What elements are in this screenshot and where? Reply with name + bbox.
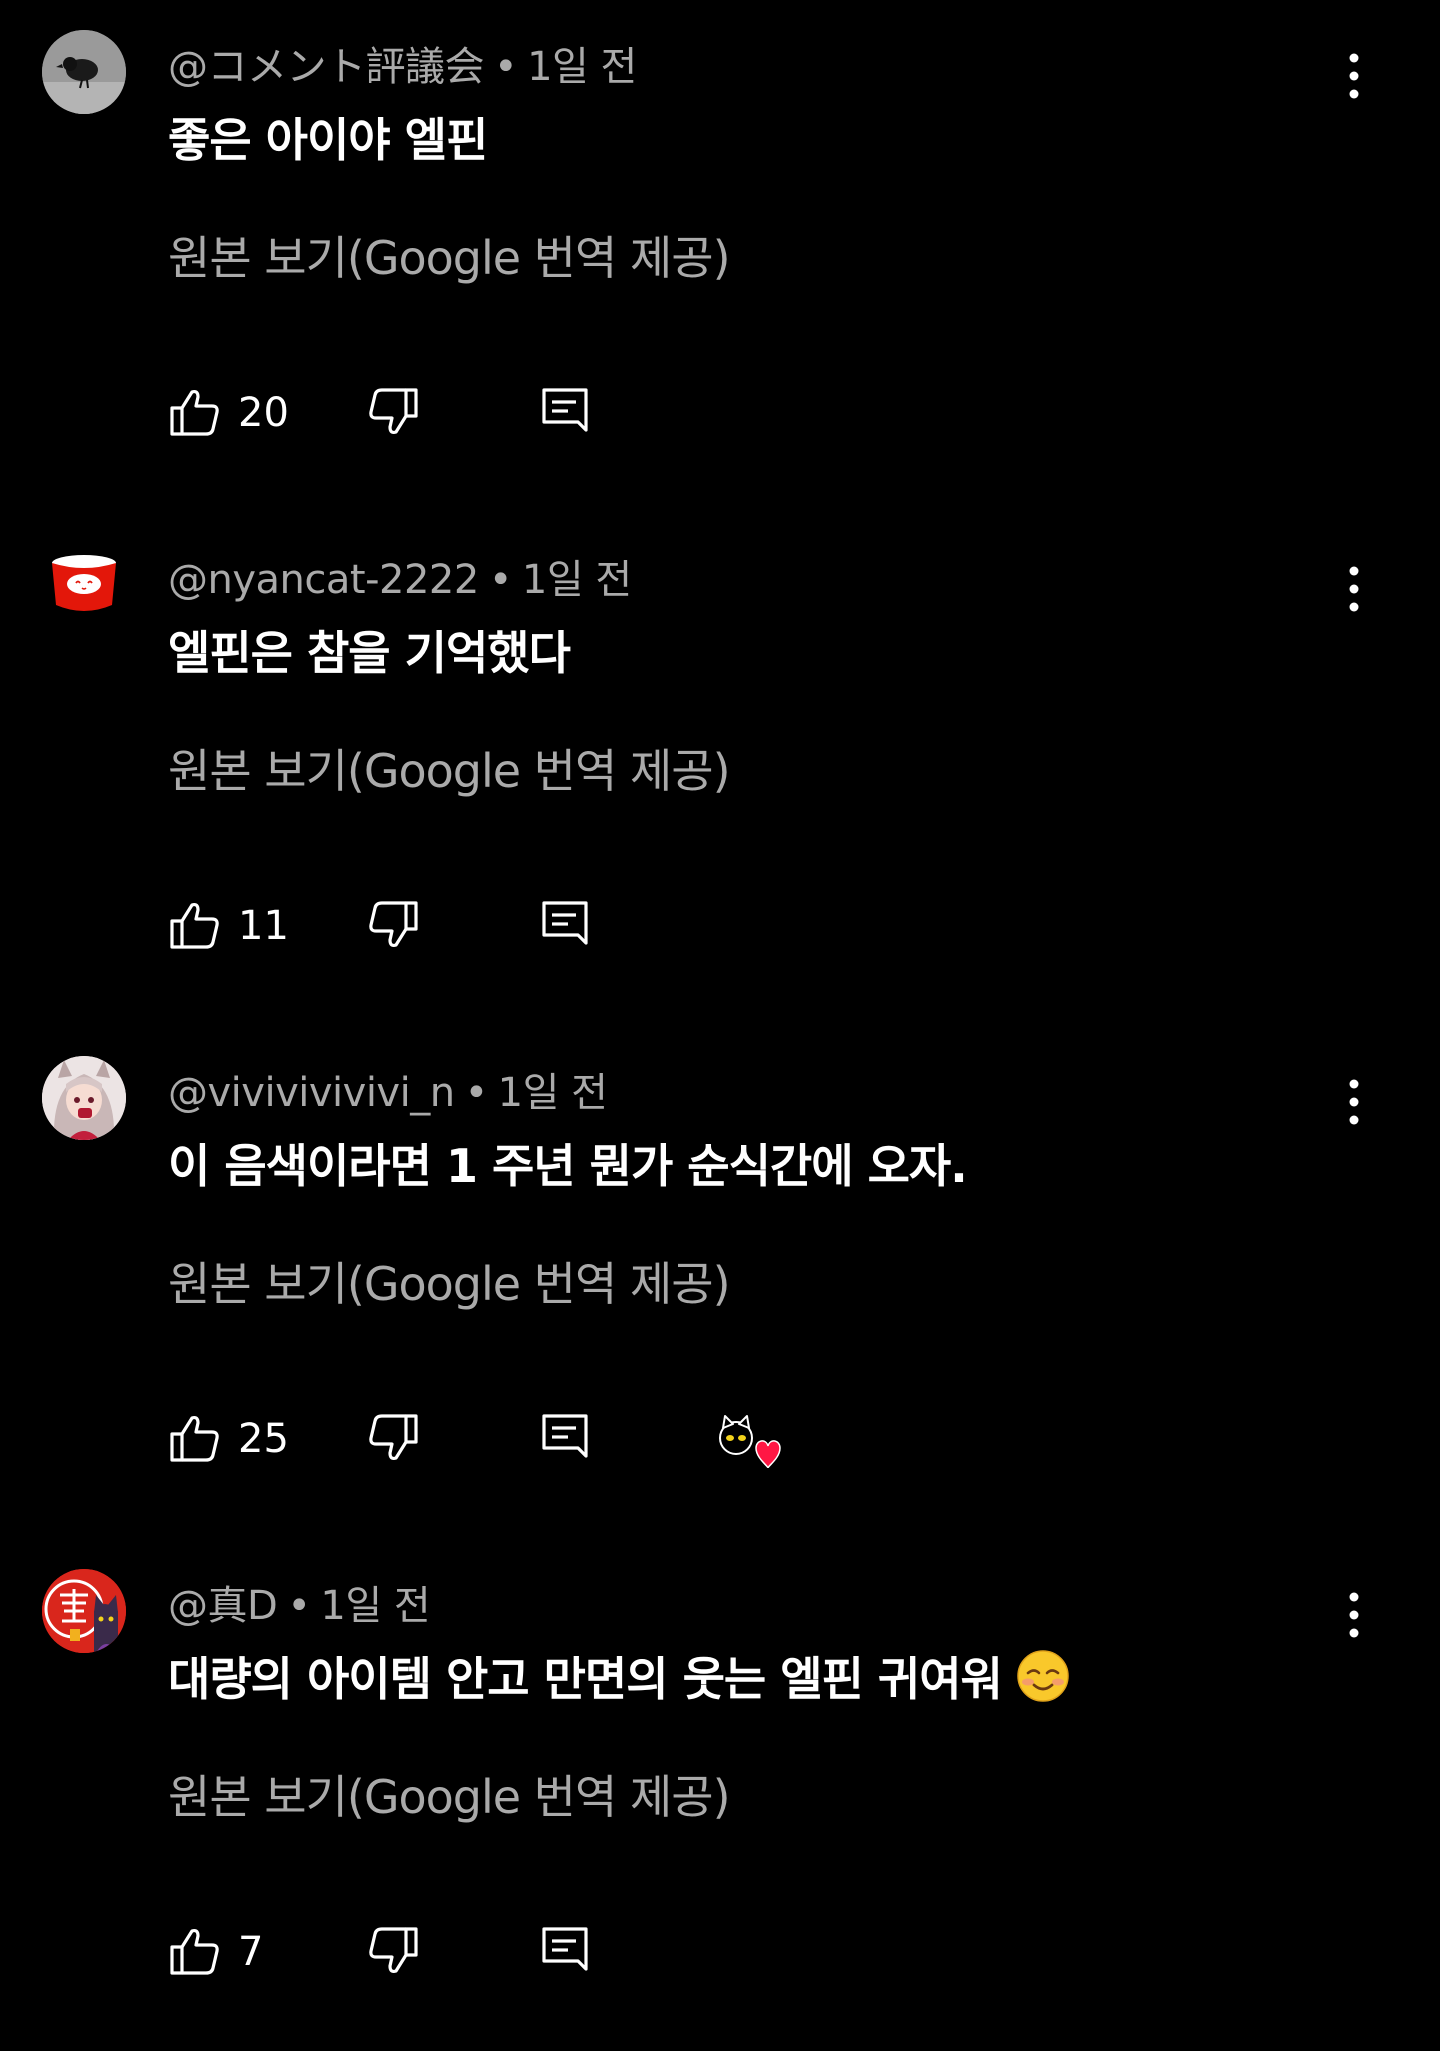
comment-text: 대량의 아이템 안고 만면의 웃는 엘핀 귀여워 [168,1643,1070,1709]
comment-item: @vivivivivivi_n • 1일 전 이 음색이라면 1 주년 뭔가 순식간… [0,1026,1440,1538]
author-name[interactable]: @vivivivivivi_n [168,1070,455,1116]
like-count: 20 [238,390,289,436]
creator-heart-badge [714,1414,790,1478]
reply-button[interactable] [538,1410,594,1466]
comment-time: 1일 전 [497,1070,608,1116]
comment-meta: @vivivivivivi_n • 1일 전 [168,1060,608,1118]
avatar[interactable] [42,1569,126,1653]
comment-time: 1일 전 [527,44,637,90]
like-button[interactable] [168,1410,224,1466]
avatar[interactable] [42,30,126,114]
dislike-button[interactable] [364,1923,420,1979]
smiling-face-emoji-icon [1016,1649,1070,1703]
reply-comment-icon [542,1927,588,1971]
dislike-button[interactable] [364,1410,420,1466]
like-count: 11 [238,903,289,949]
separator-dot: • [494,44,518,90]
thumbs-down-icon [369,388,418,435]
more-options-button[interactable] [1326,1587,1382,1643]
separator-dot: • [488,557,513,603]
comment-text: 좋은 아이야 엘핀 [168,113,488,167]
comment-actions: 25 [168,1410,1168,1470]
reply-comment-icon [542,388,588,432]
avatar[interactable] [42,543,126,627]
vertical-dots-icon [1349,53,1359,99]
see-original-link[interactable]: 원본 보기(Google 번역 제공) [168,735,731,801]
comment-time: 1일 전 [521,557,632,603]
author-name[interactable]: @真D [168,1583,278,1629]
creator-heart-icon [719,1415,781,1469]
reply-comment-icon [542,1414,588,1458]
thumbs-up-icon [170,1928,219,1975]
reply-button[interactable] [538,897,594,953]
comment-meta: @コメント評議会 • 1일 전 [168,34,637,92]
comment-actions: 11 [168,897,1168,957]
comment-actions: 7 [168,1923,1168,1983]
comment-meta: @nyancat-2222 • 1일 전 [168,547,632,605]
dislike-button[interactable] [364,384,420,440]
vertical-dots-icon [1349,1079,1359,1125]
more-options-button[interactable] [1326,1074,1382,1130]
anime-girl-avatar-icon [42,1056,126,1140]
thumbs-down-icon [369,1414,418,1461]
like-count: 25 [238,1416,289,1462]
thumbs-up-icon [170,389,219,436]
comment-item: @真D • 1일 전 대량의 아이템 안고 만면의 웃는 엘핀 귀여워 원본 보기(… [0,1539,1440,2051]
thumbs-up-icon [170,902,219,949]
comment-item: @nyancat-2222 • 1일 전 엘핀은 참을 기억했다 원본 보기(Goo… [0,513,1440,1025]
like-count: 7 [238,1929,264,1975]
dislike-button[interactable] [364,897,420,953]
comment-actions: 20 [168,384,1168,444]
author-name[interactable]: @コメント評議会 [168,44,485,90]
see-original-link[interactable]: 원본 보기(Google 번역 제공) [168,1248,731,1314]
comment-meta: @真D • 1일 전 [168,1573,431,1631]
see-original-link[interactable]: 원본 보기(Google 번역 제공) [168,222,731,288]
more-options-button[interactable] [1326,561,1382,617]
thumbs-up-icon [170,1415,219,1462]
avatar[interactable] [42,1056,126,1140]
red-cup-cat-avatar-icon [42,543,126,627]
more-options-button[interactable] [1326,48,1382,104]
reply-comment-icon [542,901,588,945]
separator-dot: • [464,1070,489,1116]
separator-dot: • [287,1583,311,1629]
see-original-link[interactable]: 원본 보기(Google 번역 제공) [168,1761,731,1827]
comment-text: 이 음색이라면 1 주년 뭔가 순식간에 오자. [168,1139,968,1193]
vertical-dots-icon [1349,566,1359,612]
crow-photo-avatar-icon [42,30,126,114]
red-seal-cat-avatar-icon [42,1569,126,1653]
comment-item: @コメント評議会 • 1일 전 좋은 아이야 엘핀 원본 보기(Google 번역 … [0,0,1440,512]
author-name[interactable]: @nyancat-2222 [168,557,479,603]
comment-time: 1일 전 [320,1583,431,1629]
like-button[interactable] [168,1923,224,1979]
comment-text-body: 대량의 아이템 안고 만면의 웃는 엘핀 귀여워 [168,1652,1003,1706]
comment-text: 엘핀은 참을 기억했다 [168,626,571,680]
thumbs-down-icon [369,1927,418,1974]
reply-button[interactable] [538,1923,594,1979]
vertical-dots-icon [1349,1592,1359,1638]
like-button[interactable] [168,384,224,440]
thumbs-down-icon [369,901,418,948]
reply-button[interactable] [538,384,594,440]
like-button[interactable] [168,897,224,953]
